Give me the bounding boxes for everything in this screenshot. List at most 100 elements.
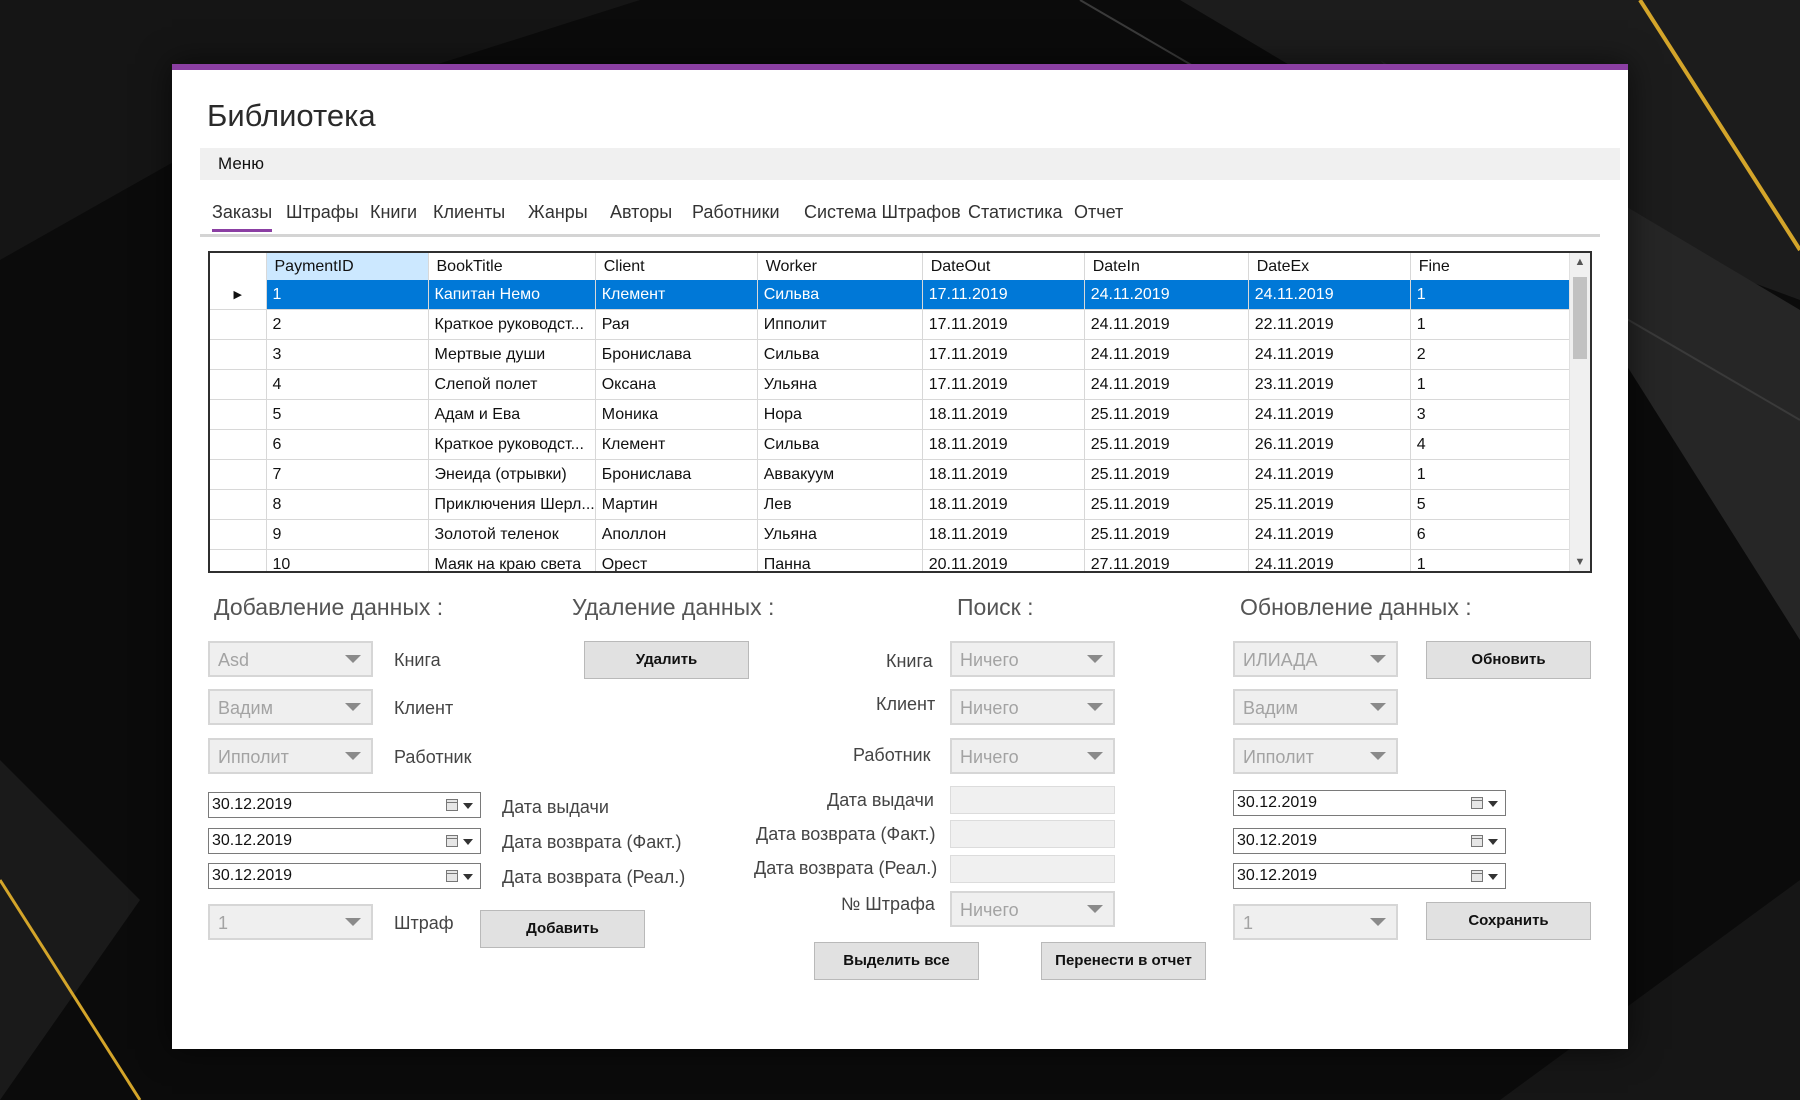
tab-report[interactable]: Отчет (1074, 202, 1123, 223)
table-cell[interactable]: 22.11.2019 (1248, 309, 1411, 340)
tab-clients[interactable]: Клиенты (433, 202, 505, 223)
row-header[interactable] (210, 549, 267, 571)
scroll-up-icon[interactable]: ▲ (1570, 256, 1590, 268)
column-header[interactable]: Fine (1410, 253, 1575, 280)
search-client-combo[interactable]: Ничего (950, 689, 1115, 725)
table-cell[interactable]: Нора (757, 399, 923, 430)
table-cell[interactable]: 2 (1410, 339, 1575, 370)
update-fine-combo[interactable]: 1 (1233, 904, 1398, 940)
tab-fines[interactable]: Штрафы (286, 202, 359, 223)
scroll-thumb[interactable] (1573, 277, 1587, 359)
tab-books[interactable]: Книги (370, 202, 417, 223)
search-worker-combo[interactable]: Ничего (950, 738, 1115, 774)
table-cell[interactable]: 7 (266, 459, 429, 490)
dropdown-arrow-icon[interactable] (1488, 839, 1498, 845)
table-cell[interactable]: Приключения Шерл... (428, 489, 596, 520)
table-row[interactable]: 5 Адам и Ева Моника Нора 18.11.2019 25.11.201… (210, 399, 1575, 430)
row-header[interactable] (210, 339, 267, 370)
table-row[interactable]: 10 Маяк на краю света Орест Панна 20.11.2019… (210, 549, 1575, 571)
table-cell[interactable]: 24.11.2019 (1248, 459, 1411, 490)
add-button[interactable]: Добавить (480, 910, 645, 948)
table-cell[interactable]: Маяк на краю света (428, 549, 596, 571)
add-worker-combo[interactable]: Ипполит (208, 738, 373, 774)
dropdown-arrow-icon[interactable] (463, 874, 473, 880)
select-all-button[interactable]: Выделить все (814, 942, 979, 980)
table-cell[interactable]: 17.11.2019 (922, 339, 1085, 370)
dropdown-arrow-icon[interactable] (463, 839, 473, 845)
table-row[interactable]: ▶ 1 Капитан Немо Клемент Сильва 17.11.2019 24.… (210, 280, 1575, 310)
row-header[interactable] (210, 459, 267, 490)
tab-fine-system[interactable]: Система Штрафов (804, 202, 961, 223)
table-row[interactable]: 6 Краткое руководст... Клемент Сильва 18.11.… (210, 429, 1575, 460)
table-cell[interactable]: 24.11.2019 (1248, 280, 1411, 310)
calendar-icon[interactable] (1471, 870, 1483, 882)
table-row[interactable]: 8 Приключения Шерл... Мартин Лев 18.11.2019 2… (210, 489, 1575, 520)
search-date-in-field[interactable] (950, 820, 1115, 848)
table-cell[interactable]: 18.11.2019 (922, 489, 1085, 520)
search-fine-combo[interactable]: Ничего (950, 891, 1115, 927)
tab-orders[interactable]: Заказы (212, 202, 273, 232)
search-book-combo[interactable]: Ничего (950, 641, 1115, 677)
update-book-combo[interactable]: ИЛИАДА (1233, 641, 1398, 677)
table-cell[interactable]: Орест (595, 549, 758, 571)
table-cell[interactable]: 20.11.2019 (922, 549, 1085, 571)
table-cell[interactable]: 4 (1410, 429, 1575, 460)
table-cell[interactable]: Золотой теленок (428, 519, 596, 550)
table-cell[interactable]: 27.11.2019 (1084, 549, 1249, 571)
dropdown-arrow-icon[interactable] (1488, 874, 1498, 880)
table-cell[interactable]: Моника (595, 399, 758, 430)
search-date-out-field[interactable] (950, 786, 1115, 814)
tab-statistics[interactable]: Статистика (968, 202, 1063, 223)
table-cell[interactable]: Краткое руководст... (428, 309, 596, 340)
table-cell[interactable]: 6 (1410, 519, 1575, 550)
table-cell[interactable]: Аполлон (595, 519, 758, 550)
table-cell[interactable]: 24.11.2019 (1248, 399, 1411, 430)
table-cell[interactable]: 17.11.2019 (922, 280, 1085, 310)
update-button[interactable]: Обновить (1426, 641, 1591, 679)
calendar-icon[interactable] (446, 799, 458, 811)
table-cell[interactable]: 18.11.2019 (922, 399, 1085, 430)
table-cell[interactable]: 23.11.2019 (1248, 369, 1411, 400)
add-client-combo[interactable]: Вадим (208, 689, 373, 725)
table-cell[interactable]: 1 (1410, 369, 1575, 400)
table-cell[interactable]: 3 (266, 339, 429, 370)
menu-item-main[interactable]: Меню (218, 154, 264, 174)
add-book-combo[interactable]: Asd (208, 641, 373, 677)
update-worker-combo[interactable]: Ипполит (1233, 738, 1398, 774)
table-row[interactable]: 7 Энеида (отрывки) Бронислава Аввакуум 18.11… (210, 459, 1575, 490)
row-header[interactable] (210, 429, 267, 460)
column-header[interactable]: DateOut (922, 253, 1085, 280)
calendar-icon[interactable] (1471, 835, 1483, 847)
table-cell[interactable]: 17.11.2019 (922, 309, 1085, 340)
table-cell[interactable]: 24.11.2019 (1248, 519, 1411, 550)
table-cell[interactable]: Рая (595, 309, 758, 340)
table-cell[interactable]: Ипполит (757, 309, 923, 340)
table-cell[interactable]: 24.11.2019 (1084, 339, 1249, 370)
table-cell[interactable]: 18.11.2019 (922, 429, 1085, 460)
table-cell[interactable]: 1 (1410, 309, 1575, 340)
column-header[interactable]: DateIn (1084, 253, 1249, 280)
add-date-out-picker[interactable]: 30.12.2019 (208, 792, 481, 818)
row-header[interactable] (210, 369, 267, 400)
row-header[interactable] (210, 309, 267, 340)
table-row[interactable]: 2 Краткое руководст... Рая Ипполит 17.11.201… (210, 309, 1575, 340)
table-cell[interactable]: 25.11.2019 (1084, 489, 1249, 520)
calendar-icon[interactable] (1471, 797, 1483, 809)
row-header[interactable]: ▶ (210, 280, 267, 310)
table-cell[interactable]: Бронислава (595, 339, 758, 370)
table-cell[interactable]: Бронислава (595, 459, 758, 490)
update-date-ex-picker[interactable]: 30.12.2019 (1233, 863, 1506, 889)
dropdown-arrow-icon[interactable] (1488, 801, 1498, 807)
table-cell[interactable]: 25.11.2019 (1084, 429, 1249, 460)
table-cell[interactable]: Аввакуум (757, 459, 923, 490)
update-client-combo[interactable]: Вадим (1233, 689, 1398, 725)
table-cell[interactable]: 6 (266, 429, 429, 460)
save-button[interactable]: Сохранить (1426, 902, 1591, 940)
table-cell[interactable]: Энеида (отрывки) (428, 459, 596, 490)
table-cell[interactable]: Слепой полет (428, 369, 596, 400)
column-header[interactable]: PaymentID (266, 253, 429, 280)
table-cell[interactable]: Сильва (757, 280, 923, 310)
column-header[interactable]: BookTitle (428, 253, 596, 280)
table-cell[interactable]: Мартин (595, 489, 758, 520)
scroll-down-icon[interactable]: ▼ (1570, 556, 1590, 568)
